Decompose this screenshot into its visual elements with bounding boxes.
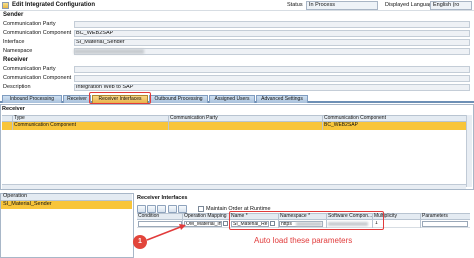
cell-component: BC_WEB2SAP (324, 122, 358, 128)
sender-party-label: Communication Party (3, 21, 56, 27)
operation-mapping-field[interactable]: OM_Material_In (184, 221, 222, 227)
move-down-button[interactable] (178, 205, 187, 213)
receiver-component-label: Communication Component (3, 75, 72, 81)
edit-config-icon (2, 2, 9, 9)
col-type: Type (14, 115, 25, 121)
status-field: In Process (306, 1, 378, 10)
receiver-table-header: Type Communication Party Communication C… (2, 115, 466, 122)
language-select[interactable]: English (ro (430, 1, 472, 10)
receiver-component-field[interactable] (74, 75, 470, 82)
sender-interface-label: Interface (3, 39, 25, 45)
sender-component-label: Communication Component (3, 30, 72, 36)
step-marker: 1 (133, 235, 147, 249)
receiver-table-title: Receiver (2, 106, 25, 112)
sender-interface-field[interactable]: SI_Material_Sender (74, 39, 470, 46)
sender-component-field[interactable]: BC_WEB2SAP (74, 30, 470, 37)
col-parameters: Parameters (422, 213, 448, 219)
highlight-parameters-box (229, 211, 384, 230)
column-divider (12, 115, 13, 130)
receiver-section-title: Receiver (3, 57, 29, 63)
receiver-party-label: Communication Party (3, 66, 56, 72)
horizontal-scrollbar[interactable] (2, 184, 466, 189)
vertical-scrollbar[interactable] (466, 115, 472, 187)
maintain-order-checkbox[interactable] (198, 206, 204, 212)
sender-namespace-label: Namespace (3, 48, 33, 54)
list-item[interactable]: SI_Material_Sender (1, 201, 132, 209)
col-operation-mapping: Operation Mapping (184, 213, 227, 219)
tab-inbound-processing[interactable]: Inbound Processing (2, 95, 62, 103)
annotation-text: Auto load these parameters (254, 236, 353, 245)
col-condition: Condition (138, 213, 160, 219)
status-label: Status (287, 2, 303, 8)
description-label: Description (3, 84, 31, 90)
column-divider (168, 115, 169, 130)
column-divider (322, 115, 323, 130)
redacted-namespace (74, 49, 144, 54)
table-row[interactable]: Communication Component BC_WEB2SAP (2, 122, 466, 130)
highlight-tab-box (89, 92, 151, 104)
operation-header: Operation (1, 193, 132, 201)
sender-section-title: Sender (3, 12, 24, 18)
language-label: Displayed Language (385, 2, 436, 8)
value-help-icon[interactable] (223, 221, 228, 226)
col-communication-component: Communication Component (324, 115, 386, 121)
receiver-interfaces-title: Receiver Interfaces (137, 195, 188, 201)
description-field[interactable]: Integration Web to SAP (74, 84, 470, 91)
col-communication-party: Communication Party (170, 115, 218, 121)
parameters-field[interactable] (422, 221, 468, 227)
tab-receiver[interactable]: Receiver (63, 95, 91, 103)
move-up-button[interactable] (168, 205, 177, 213)
window-title: Edit Integrated Configuration (12, 2, 95, 8)
condition-field[interactable] (138, 221, 182, 227)
receiver-party-field[interactable] (74, 66, 470, 73)
sender-party-field[interactable] (74, 21, 470, 28)
cell-type: Communication Component (14, 122, 76, 128)
column-divider (420, 213, 421, 228)
copy-row-button[interactable] (147, 205, 156, 213)
tab-advanced-settings[interactable]: Advanced Settings (256, 95, 308, 103)
tab-outbound-processing[interactable]: Outbound Processing (149, 95, 208, 103)
column-divider (182, 213, 183, 228)
remove-row-button[interactable] (157, 205, 166, 213)
tab-assigned-users[interactable]: Assigned Users (209, 95, 255, 103)
add-row-button[interactable] (137, 205, 146, 213)
